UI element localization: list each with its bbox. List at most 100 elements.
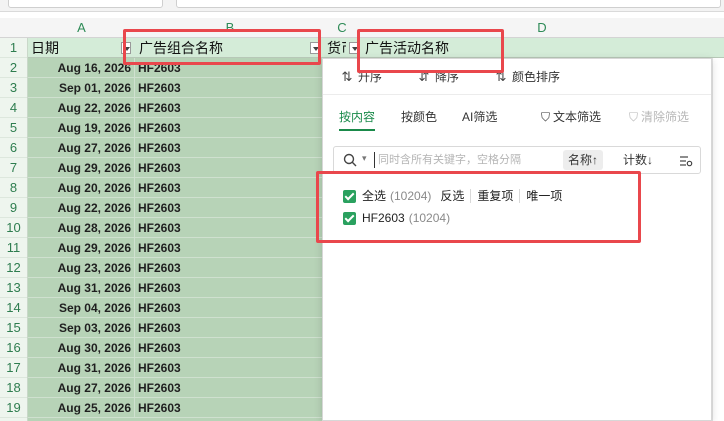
sort-descending-icon: ⇵ <box>418 69 430 84</box>
column-header-a[interactable]: A <box>28 18 135 38</box>
value-label[interactable]: HF2603 <box>362 211 405 225</box>
row-number[interactable]: 5 <box>0 118 27 138</box>
clear-filter-button[interactable]: ⛉ 清除筛选 <box>629 107 689 127</box>
select-all-label[interactable]: 全选 <box>362 189 386 203</box>
chevron-down-icon[interactable]: ▾ <box>362 153 367 164</box>
invert-selection-button[interactable]: 反选 <box>431 189 470 203</box>
search-input[interactable] <box>378 151 562 169</box>
date-cell[interactable]: Aug 22, 2026 <box>28 198 135 218</box>
date-cell[interactable]: Aug 28, 2026 <box>28 218 135 238</box>
row-number[interactable]: 14 <box>0 298 27 318</box>
formula-input[interactable] <box>176 0 721 8</box>
ad-group-cell[interactable]: HF2603 <box>136 298 324 318</box>
date-cell[interactable]: Aug 29, 2026 <box>28 158 135 178</box>
row-number[interactable]: 2 <box>0 58 27 78</box>
column-header-c[interactable]: C <box>324 18 360 38</box>
row-number[interactable]: 3 <box>0 78 27 98</box>
date-cell[interactable]: Aug 19, 2026 <box>28 118 135 138</box>
header-cell-campaign[interactable]: 广告活动名称 <box>362 38 724 58</box>
date-cell[interactable]: Aug 16, 2026 <box>28 58 135 78</box>
sort-by-count-button[interactable]: 计数↓ <box>618 150 658 170</box>
row-number[interactable]: 15 <box>0 318 27 338</box>
ad-group-cell[interactable]: HF2603 <box>136 378 324 398</box>
row-number[interactable]: 11 <box>0 238 27 258</box>
text-filter-button[interactable]: ⛉ 文本筛选 <box>541 107 601 127</box>
tab-by-content[interactable]: 按内容 <box>339 107 376 131</box>
row-number[interactable]: 8 <box>0 178 27 198</box>
name-box[interactable] <box>8 0 163 8</box>
list-settings-icon[interactable] <box>679 154 693 168</box>
sort-ascending-icon: ⇅ <box>341 69 353 84</box>
row-number[interactable]: 16 <box>0 338 27 358</box>
filter-dropdown-ad-group[interactable] <box>310 42 320 54</box>
date-cell[interactable]: Aug 29, 2026 <box>28 238 135 258</box>
row-number[interactable]: 18 <box>0 378 27 398</box>
date-cell[interactable]: Aug 20, 2026 <box>28 178 135 198</box>
row-number[interactable]: 6 <box>0 138 27 158</box>
row-number[interactable]: 17 <box>0 358 27 378</box>
ad-group-cell[interactable]: HF2603 <box>136 118 324 138</box>
value-checkbox[interactable] <box>343 212 356 226</box>
row-number[interactable]: 10 <box>0 218 27 238</box>
column-header-b[interactable]: B <box>136 18 324 38</box>
list-item: HF2603 (10204) <box>343 209 450 227</box>
sort-by-name-button[interactable]: 名称↑ <box>563 150 604 170</box>
ad-group-cell[interactable]: HF2603 <box>136 158 324 178</box>
ad-group-cell[interactable]: HF2603 <box>136 358 324 378</box>
ad-group-cell[interactable]: HF2603 <box>136 338 324 358</box>
date-cell[interactable]: Aug 25, 2026 <box>28 398 135 418</box>
ad-group-cell[interactable]: HF2603 <box>136 78 324 98</box>
table-row: Aug 29, 2026 HF2603 <box>28 158 324 178</box>
date-cell[interactable]: Aug 23, 2026 <box>28 258 135 278</box>
date-cell[interactable]: Sep 01, 2026 <box>28 78 135 98</box>
header-cell-date[interactable]: 日期 <box>28 38 135 58</box>
sort-descending-button[interactable]: ⇵ 降序 <box>416 68 459 86</box>
row-number[interactable]: 4 <box>0 98 27 118</box>
table-row: Sep 03, 2026 HF2603 <box>28 318 324 338</box>
ad-group-cell[interactable]: HF2603 <box>136 178 324 198</box>
row-number[interactable]: 19 <box>0 398 27 418</box>
ad-group-cell[interactable]: HF2603 <box>136 318 324 338</box>
row-number[interactable]: 9 <box>0 198 27 218</box>
date-cell[interactable]: Aug 22, 2026 <box>28 98 135 118</box>
text-filter-label: 文本筛选 <box>553 110 602 124</box>
ad-group-cell[interactable]: HF2603 <box>136 218 324 238</box>
header-cell-currency[interactable]: 货币 <box>324 38 346 58</box>
ad-group-cell[interactable]: HF2603 <box>136 258 324 278</box>
row-number[interactable]: 12 <box>0 258 27 278</box>
date-cell[interactable]: Sep 04, 2026 <box>28 298 135 318</box>
color-sort-icon: ⇅ <box>495 69 507 84</box>
ad-group-cell[interactable]: HF2603 <box>136 98 324 118</box>
ad-group-cell[interactable]: HF2603 <box>136 278 324 298</box>
row-number[interactable]: 1 <box>0 38 27 58</box>
date-cell[interactable]: Aug 31, 2026 <box>28 278 135 298</box>
search-icon[interactable] <box>343 153 357 167</box>
header-cell-ad-group[interactable]: 广告组合名称 <box>136 38 324 58</box>
date-cell[interactable]: Aug 27, 2026 <box>28 378 135 398</box>
filter-search-bar: ▾ 名称↑ 计数↓ <box>333 146 701 174</box>
sort-ascending-button[interactable]: ⇅ 升序 <box>339 68 382 86</box>
ad-group-cell[interactable]: HF2603 <box>136 198 324 218</box>
select-all-checkbox[interactable] <box>343 190 356 204</box>
date-cell[interactable]: Aug 27, 2026 <box>28 138 135 158</box>
ad-group-cell[interactable]: HF2603 <box>136 398 324 418</box>
duplicates-button[interactable]: 重复项 <box>470 189 520 203</box>
header-data-row: 日期 广告组合名称 货币 广告活动名称 <box>28 38 724 58</box>
ad-group-cell[interactable]: HF2603 <box>136 138 324 158</box>
ad-group-cell[interactable]: HF2603 <box>136 238 324 258</box>
date-cell[interactable]: Aug 30, 2026 <box>28 338 135 358</box>
table-row: Aug 20, 2026 HF2603 <box>28 178 324 198</box>
unique-button[interactable]: 唯一项 <box>519 189 569 203</box>
tab-by-color[interactable]: 按颜色 <box>401 107 437 127</box>
row-number[interactable]: 7 <box>0 158 27 178</box>
filter-dropdown-date[interactable] <box>121 42 131 54</box>
date-cell[interactable]: Sep 03, 2026 <box>28 318 135 338</box>
column-header-d[interactable]: D <box>360 18 724 38</box>
ad-group-cell[interactable]: HF2603 <box>136 58 324 78</box>
select-all-row: 全选 (10204) 反选 重复项 唯一项 <box>343 187 569 205</box>
sort-by-color-button[interactable]: ⇅ 颜色排序 <box>493 68 560 86</box>
tab-ai-filter[interactable]: AI筛选 <box>462 107 497 127</box>
row-number[interactable]: 13 <box>0 278 27 298</box>
date-cell[interactable]: Aug 31, 2026 <box>28 358 135 378</box>
filter-dropdown-currency[interactable] <box>349 42 359 54</box>
